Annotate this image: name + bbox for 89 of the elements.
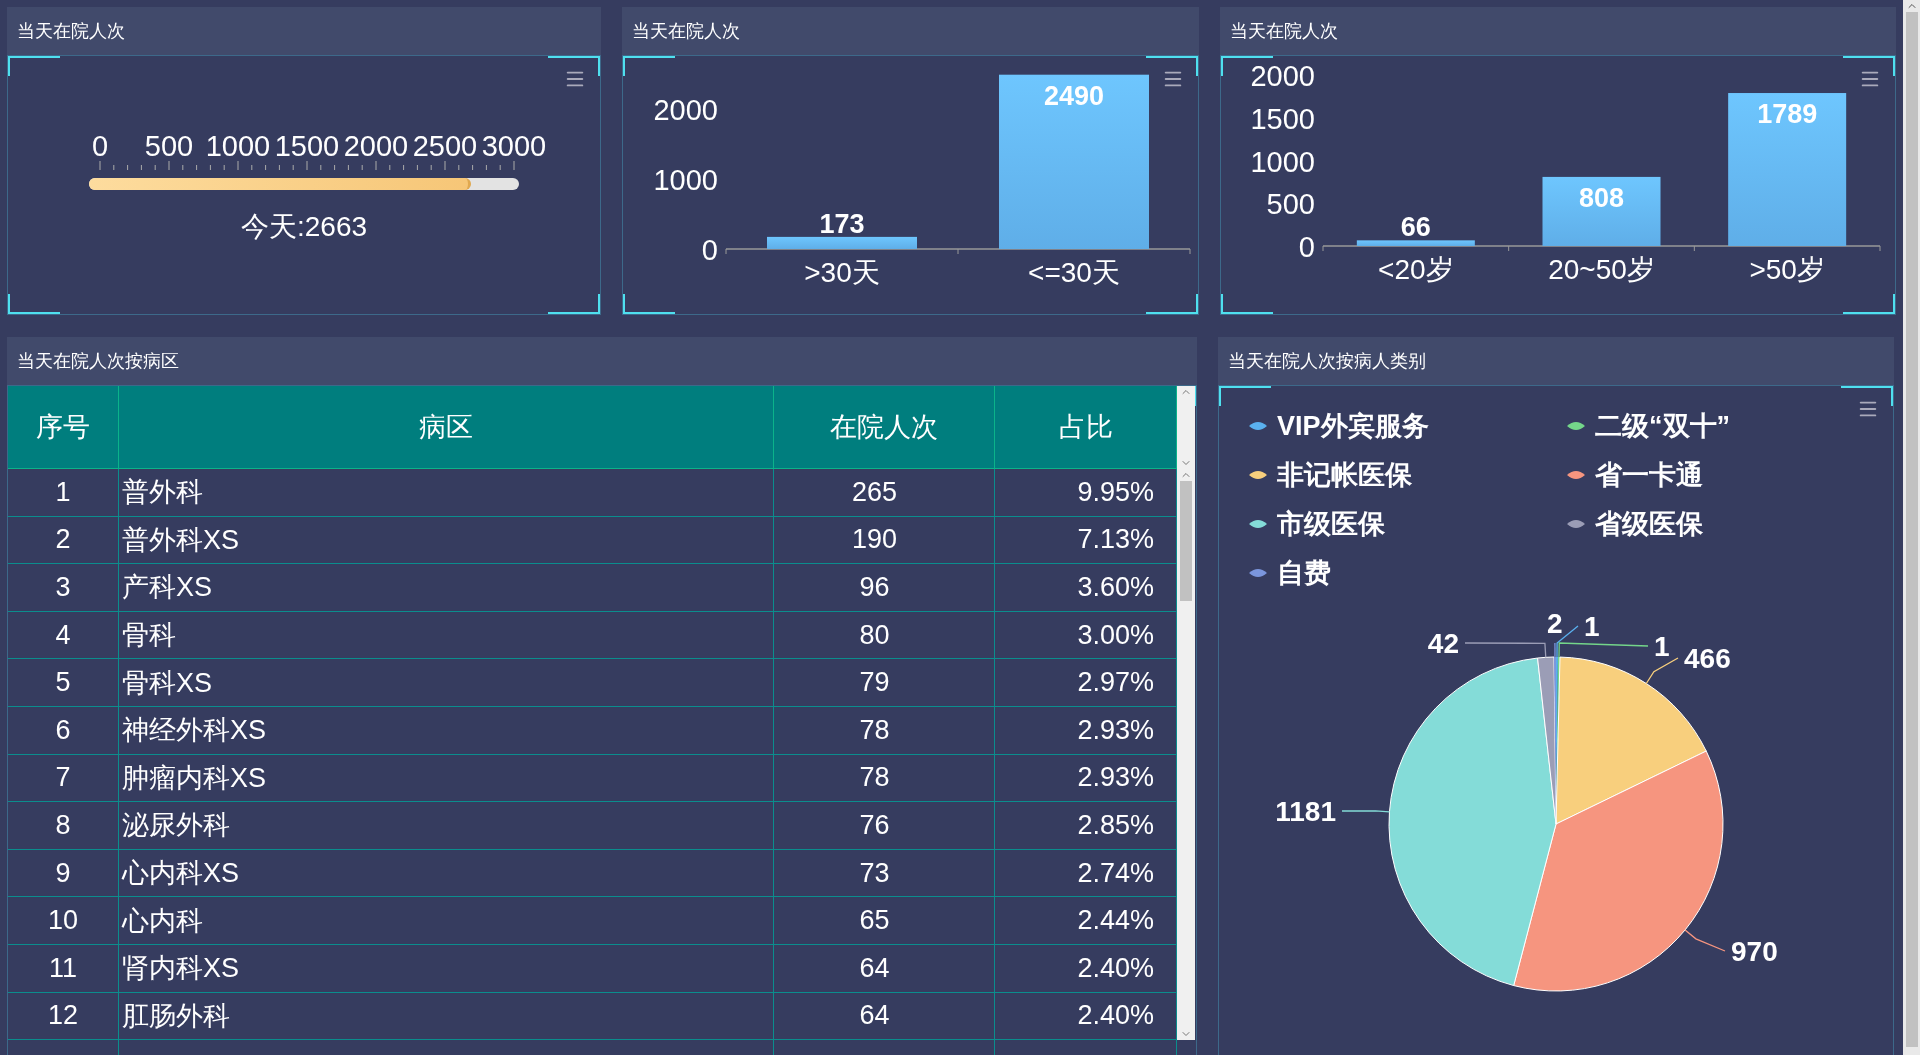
slice-value: 1181 (1275, 796, 1336, 827)
table-cell: 泌尿外科 (119, 802, 774, 850)
slice-value: 2 (1547, 608, 1563, 639)
table-cell: 64 (774, 944, 995, 993)
table-cell: 3.60% (995, 564, 1177, 612)
table-cell: 普外科XS (119, 516, 774, 565)
panel-title: 当天在院人次按病区 (17, 350, 179, 373)
panel-title: 当天在院人次 (1230, 20, 1338, 43)
bar-value: 66 (1400, 212, 1431, 243)
table-cell: 肿瘤内科XS (119, 754, 774, 803)
table-cell: 10 (8, 897, 119, 945)
slice-value: 970 (1731, 936, 1778, 967)
table-cell: 2.40% (995, 992, 1177, 1041)
axis-label: 1500 (1250, 102, 1315, 135)
scale-label: 0 (91, 130, 109, 162)
table-cell: 2.74% (995, 849, 1177, 898)
scale-label: 500 (144, 130, 194, 162)
table-cell: 12 (8, 992, 119, 1041)
axis-label: 0 (701, 234, 718, 266)
panel-title: 当天在院人次按病人类别 (1228, 350, 1426, 373)
table-cell: 2.93% (995, 706, 1177, 755)
table-cell: 4 (8, 611, 119, 660)
table-cell: 2.40% (995, 944, 1177, 993)
scale-label: 1000 (205, 130, 271, 162)
table-cell: 6 (8, 706, 119, 755)
table-cell: 65 (774, 897, 995, 945)
table-cell: 7 (8, 754, 119, 803)
table-cell: 5 (8, 659, 119, 707)
table-cell: 76 (774, 802, 995, 850)
table-cell: 2.85% (995, 802, 1177, 850)
bar-value: 808 (1578, 182, 1625, 213)
table-cell: 骨科 (119, 611, 774, 660)
scale-label: 3000 (481, 130, 547, 162)
table-cell: 肾内科XS (119, 944, 774, 993)
slice-value: 42 (1427, 628, 1459, 659)
table-cell: 3.00% (995, 611, 1177, 660)
bar-value: 173 (819, 208, 865, 239)
table-cell: 78 (774, 754, 995, 803)
axis-label: 2000 (653, 94, 718, 126)
table-cell: 80 (774, 611, 995, 660)
table-cell: 2 (8, 516, 119, 565)
bar-value: 2490 (1043, 80, 1105, 111)
scale-label: 1500 (274, 130, 340, 162)
column-header: 病区 (119, 386, 774, 469)
axis-label: 1000 (653, 164, 718, 196)
table-cell: 普外科 (119, 469, 774, 517)
table-cell: 79 (774, 659, 995, 707)
table-cell: 73 (774, 849, 995, 898)
table-cell: 265 (774, 469, 995, 517)
axis-label: 0 (1298, 231, 1315, 263)
panel-title: 当天在院人次 (632, 20, 740, 43)
column-header: 在院人次 (774, 386, 995, 469)
table-cell: 9 (8, 849, 119, 898)
axis-label: 500 (1266, 188, 1315, 221)
table-cell: 7.13% (995, 516, 1177, 565)
table-cell: 78 (774, 706, 995, 755)
column-header: 占比 (995, 386, 1177, 469)
category-label: >30天 (804, 257, 880, 288)
category-label: <20岁 (1378, 254, 1454, 285)
category-label: <=30天 (1028, 257, 1120, 288)
table-cell: 190 (774, 516, 995, 565)
slice-value: 1 (1584, 611, 1600, 642)
slice-value: 1 (1654, 631, 1670, 662)
table-cell: 1 (8, 469, 119, 517)
table-cell: 3 (8, 564, 119, 612)
panel-title: 当天在院人次 (17, 20, 125, 43)
table-cell: 2.93% (995, 754, 1177, 803)
table-cell: 11 (8, 944, 119, 993)
bar-value: 1789 (1757, 99, 1818, 130)
table-cell: 神经外科XS (119, 706, 774, 755)
axis-label: 2000 (1250, 60, 1315, 92)
table-cell: 64 (774, 992, 995, 1041)
today-count: 今天:2663 (240, 210, 368, 244)
category-label: >50岁 (1749, 254, 1825, 285)
table-cell: 2.44% (995, 897, 1177, 945)
table-cell: 心内科 (119, 897, 774, 945)
table-cell: 8 (8, 802, 119, 850)
scale-label: 2000 (343, 130, 409, 162)
table-cell: 产科XS (119, 564, 774, 612)
table-cell: 心内科XS (119, 849, 774, 898)
scale-label: 2500 (412, 130, 478, 162)
table-cell: 96 (774, 564, 995, 612)
slice-value: 466 (1684, 643, 1731, 674)
table-cell: 肛肠外科 (119, 992, 774, 1041)
category-label: 20~50岁 (1548, 254, 1655, 285)
table-cell: 骨科XS (119, 659, 774, 707)
table-cell: 2.97% (995, 659, 1177, 707)
column-header: 序号 (8, 386, 119, 469)
axis-label: 1000 (1250, 145, 1315, 178)
